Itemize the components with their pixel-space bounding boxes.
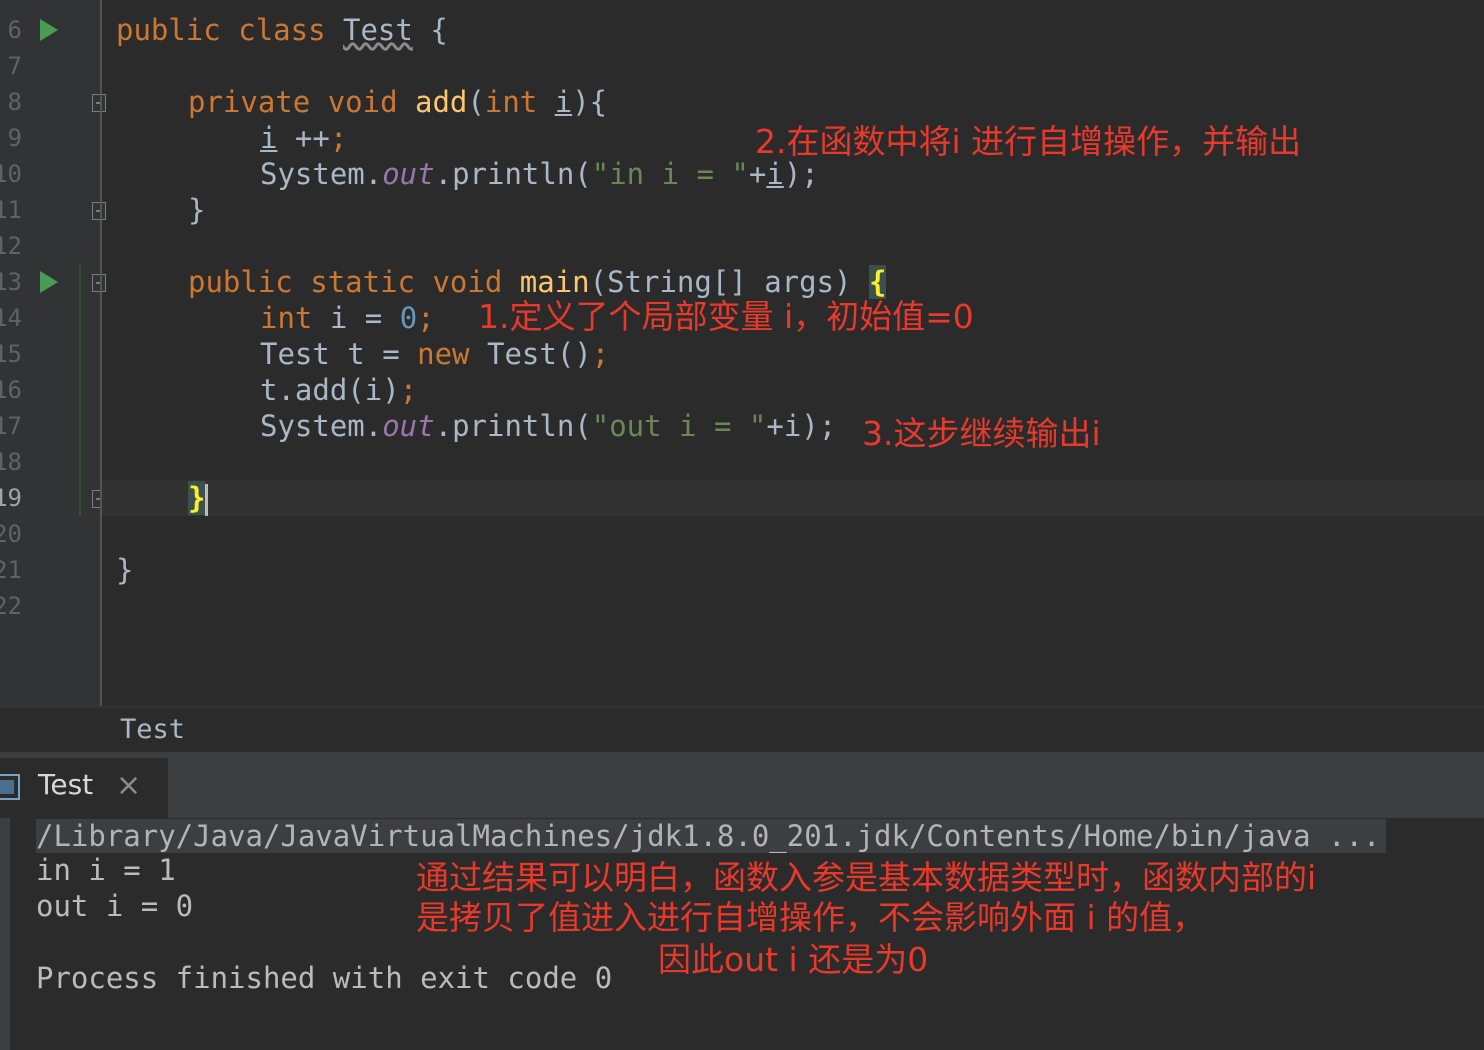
console-icon [0,774,20,800]
run-tab-test[interactable]: Test × [0,758,168,818]
run-tab-label: Test [38,768,94,801]
annotation-summary-line-1: 通过结果可以明白，函数入参是基本数据类型时，函数内部的i [416,858,1317,897]
close-icon[interactable]: × [116,768,141,803]
line-number: 21 [0,556,22,584]
text-cursor [205,484,209,516]
line-number: 18 [0,448,22,476]
line-number: 11 [0,196,22,224]
line-number: 16 [0,376,22,404]
code-line: i ++; [260,121,348,155]
line-number: 15 [0,340,22,368]
breadcrumb[interactable]: Test [120,714,185,745]
line-number: 17 [0,412,22,440]
code-line: System.out.println("in i = "+i); [260,157,819,191]
line-number: 20 [0,520,22,548]
run-tool-window-header: Test × [0,752,1484,818]
code-line: public class Test { [116,13,448,47]
gutter-divider [100,0,102,706]
line-number-current: 19 [0,484,22,512]
code-line: t.add(i); [260,373,418,407]
line-number: 7 [7,52,22,80]
code-text[interactable]: public class Test { private void add(int… [116,0,887,706]
line-number-gutter: 6 7 8 9 10 11 12 13 14 15 16 17 18 19 20… [0,0,106,706]
line-number: 22 [0,592,22,620]
code-line: } [188,193,206,227]
current-line-highlight [102,480,1484,516]
console-command-line: /Library/Java/JavaVirtualMachines/jdk1.8… [36,818,1387,854]
annotation-step-1: 1.定义了个局部变量 i，初始值=0 [478,297,974,336]
annotation-step-3: 3.这步继续输出i [862,414,1101,453]
line-number: 8 [7,88,22,116]
run-main-icon[interactable] [40,271,58,293]
code-line: System.out.println("out i = "+i); [260,409,837,443]
line-number: 13 [0,268,22,296]
console-output-line: in i = 1 [36,853,176,887]
fold-icon[interactable] [92,274,106,292]
line-number: 12 [0,232,22,260]
line-number: 14 [0,304,22,332]
code-editor[interactable]: 6 7 8 9 10 11 12 13 14 15 16 17 18 19 20… [0,0,1484,706]
code-line: private void add(int i){ [188,85,608,119]
run-class-icon[interactable] [40,19,58,41]
code-line: Test t = new Test(); [260,337,610,371]
line-number: 6 [7,16,22,44]
fold-icon[interactable] [92,94,106,112]
line-number: 10 [0,160,22,188]
vcs-change-marker [79,264,81,516]
annotation-summary-line-2: 是拷贝了值进入进行自增操作，不会影响外面 i 的值， [416,898,1206,937]
code-line: } [188,480,209,516]
console-output-line: out i = 0 [36,889,194,923]
annotation-step-2: 2.在函数中将i 进行自增操作，并输出 [755,122,1302,161]
code-line: } [116,553,134,587]
annotation-summary-line-3: 因此out i 还是为0 [658,940,929,979]
console-toolbar-strip [0,818,10,1050]
breadcrumb-bar: Test [0,706,1484,752]
line-number: 9 [7,124,22,152]
console-exit-message: Process finished with exit code 0 [36,961,613,995]
code-line: int i = 0; [260,301,435,335]
code-line: public static void main(String[] args) { [188,265,887,299]
run-console[interactable]: /Library/Java/JavaVirtualMachines/jdk1.8… [0,818,1484,1050]
fold-icon[interactable] [92,202,106,220]
